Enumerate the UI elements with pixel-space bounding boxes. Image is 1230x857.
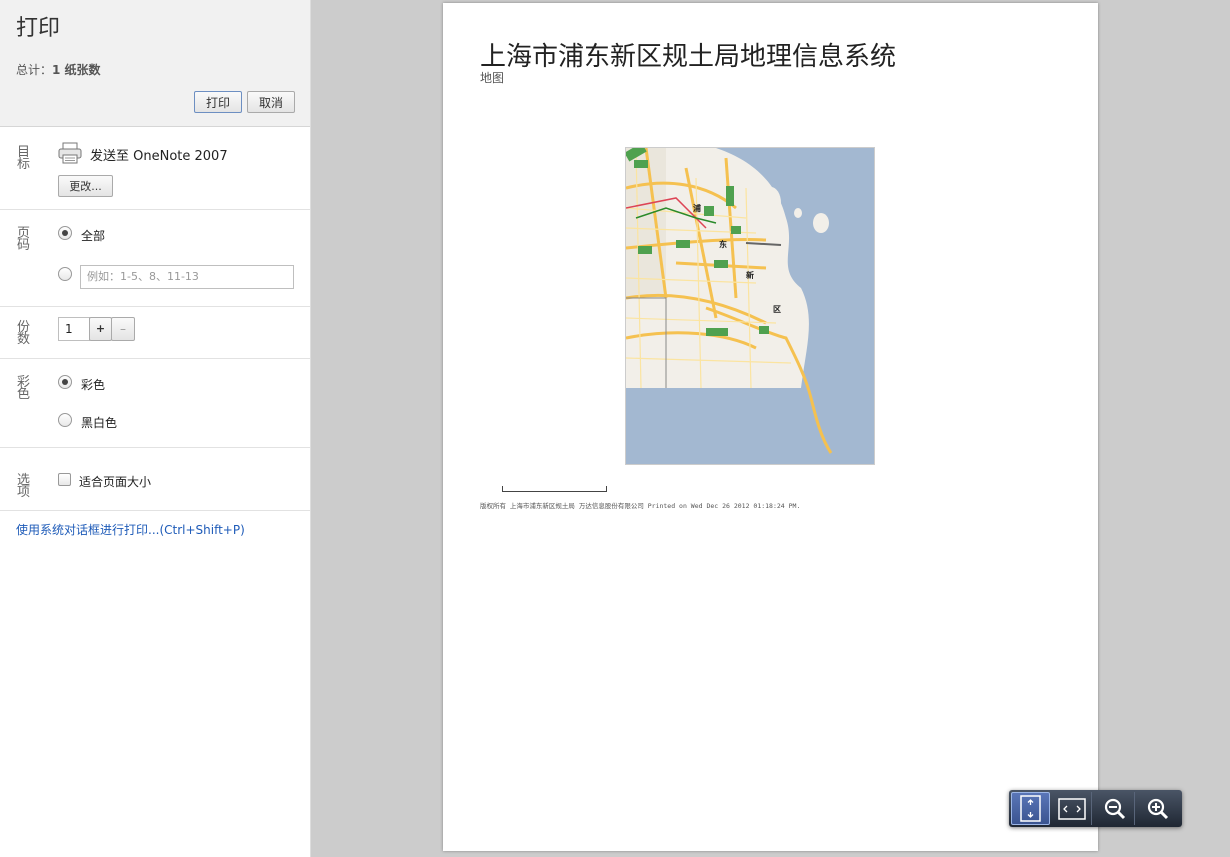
fit-page-icon: [1020, 795, 1041, 822]
zoom-in-icon: [1147, 798, 1169, 820]
document-subtitle: 地图: [480, 71, 505, 85]
fit-to-width-button[interactable]: [1052, 792, 1092, 825]
document-footer: 版权所有 上海市浦东新区规土局 万达信息股份有限公司 Printed on We…: [480, 502, 801, 510]
zoom-out-icon: [1104, 798, 1126, 820]
copies-label: 份数: [17, 320, 31, 347]
zoom-in-button[interactable]: [1138, 792, 1178, 825]
zoom-toolbar: [1009, 790, 1182, 827]
print-button[interactable]: 打印: [194, 91, 242, 113]
fit-to-page-button[interactable]: [1011, 792, 1050, 825]
map-image: 浦 东 新 区: [625, 147, 875, 465]
map-scale-bar: [502, 486, 607, 492]
options-label: 选项: [17, 473, 31, 500]
bw-option-label: 黑白色: [81, 416, 118, 430]
pages-label: 页码: [17, 226, 31, 253]
map-label-dong: 东: [719, 239, 727, 249]
print-title: 打印: [16, 16, 61, 41]
copies-decrement-button[interactable]: –: [111, 317, 135, 341]
copies-increment-button[interactable]: +: [89, 317, 112, 341]
color-section: 彩色 彩色 黑白色: [0, 359, 310, 448]
pages-custom-radio[interactable]: [58, 267, 72, 281]
change-destination-button[interactable]: 更改...: [58, 175, 113, 197]
map-label-xin: 新: [746, 270, 754, 280]
color-label: 彩色: [17, 375, 31, 402]
pages-custom-input[interactable]: 例如：1-5、8、11-13: [80, 265, 294, 289]
print-header: 打印 总计：1 纸张数 打印 取消: [0, 0, 310, 127]
pages-all-label: 全部: [81, 229, 106, 243]
print-preview-page: 上海市浦东新区规土局地理信息系统 地图 浦 东 新 区 版权所有 上海市浦东新区…: [443, 3, 1098, 851]
zoom-out-button[interactable]: [1095, 792, 1135, 825]
page-summary: 总计：1 纸张数: [16, 61, 101, 78]
print-sidebar: 打印 总计：1 纸张数 打印 取消 目标 发送至 OneNote 2007 更改…: [0, 0, 311, 857]
destination-label: 目标: [17, 145, 31, 172]
summary-value: 1 纸张数: [52, 63, 101, 77]
copies-section: 份数 1 + –: [0, 307, 310, 359]
options-section: 选项 适合页面大小: [0, 448, 310, 511]
color-radio[interactable]: [58, 375, 72, 389]
cancel-button[interactable]: 取消: [247, 91, 295, 113]
pages-section: 页码 全部 例如：1-5、8、11-13: [0, 210, 310, 307]
pages-all-radio[interactable]: [58, 226, 72, 240]
document-title: 上海市浦东新区规土局地理信息系统: [480, 42, 897, 72]
destination-value: 发送至 OneNote 2007: [90, 149, 228, 164]
bw-radio[interactable]: [58, 413, 72, 427]
printer-icon: [58, 142, 82, 164]
fit-to-page-checkbox[interactable]: [58, 473, 71, 486]
destination-section: 目标 发送至 OneNote 2007 更改...: [0, 127, 310, 210]
color-option-label: 彩色: [81, 378, 106, 392]
copies-input[interactable]: 1: [58, 317, 90, 341]
fit-width-icon: [1058, 798, 1086, 820]
map-label-qu: 区: [773, 305, 781, 314]
fit-to-page-label: 适合页面大小: [79, 475, 152, 489]
map-label-pu: 浦: [693, 203, 701, 213]
system-dialog-link[interactable]: 使用系统对话框进行打印...(Ctrl+Shift+P): [16, 521, 245, 538]
summary-label: 总计：: [16, 63, 53, 77]
